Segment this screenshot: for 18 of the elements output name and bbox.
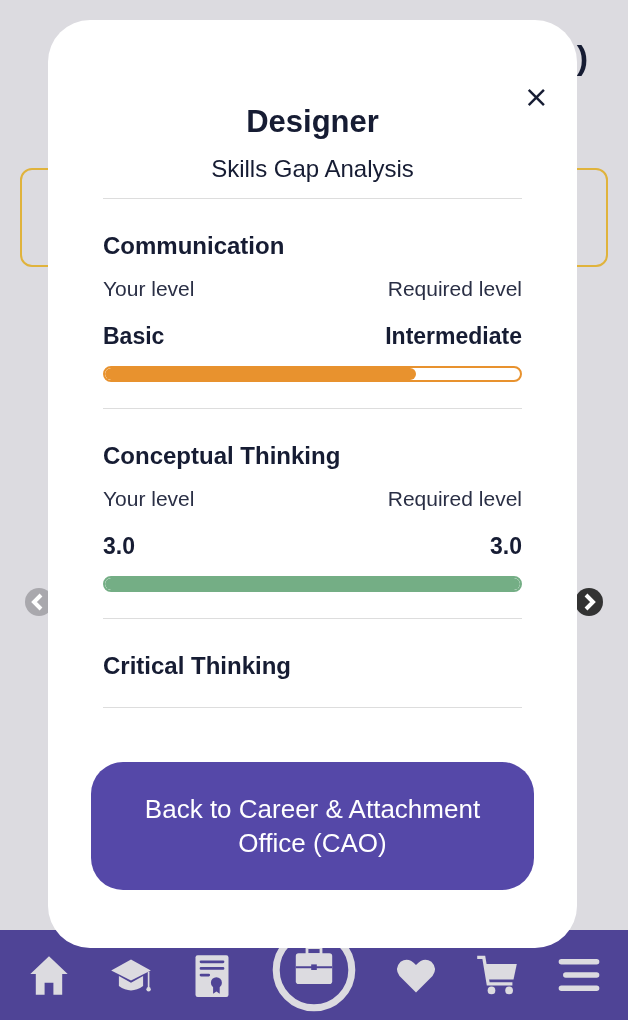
next-icon[interactable] — [574, 587, 604, 617]
modal-title: Designer — [245, 103, 380, 141]
skill-name: Communication — [103, 231, 286, 261]
cart-icon[interactable] — [475, 953, 520, 997]
skill-name: Conceptual Thinking — [103, 441, 342, 471]
skill-name: Critical Thinking — [103, 651, 292, 681]
level-value: 3.0 — [103, 532, 135, 560]
level-value: Basic — [103, 322, 165, 350]
level-label: Required level — [387, 486, 522, 512]
close-button[interactable]: × — [519, 82, 553, 112]
modal-subtitle: Skills Gap Analysis — [103, 154, 522, 199]
back-button[interactable]: Back to Career & Attachment Office (CAO) — [91, 762, 534, 890]
level-label: Your level — [103, 276, 195, 302]
level-value: 3.0 — [490, 532, 522, 560]
background-title-text: ) — [576, 38, 588, 78]
level-label: Your level — [103, 486, 195, 512]
level-label: Required level — [387, 276, 522, 302]
level-value: Intermediate — [385, 322, 522, 350]
